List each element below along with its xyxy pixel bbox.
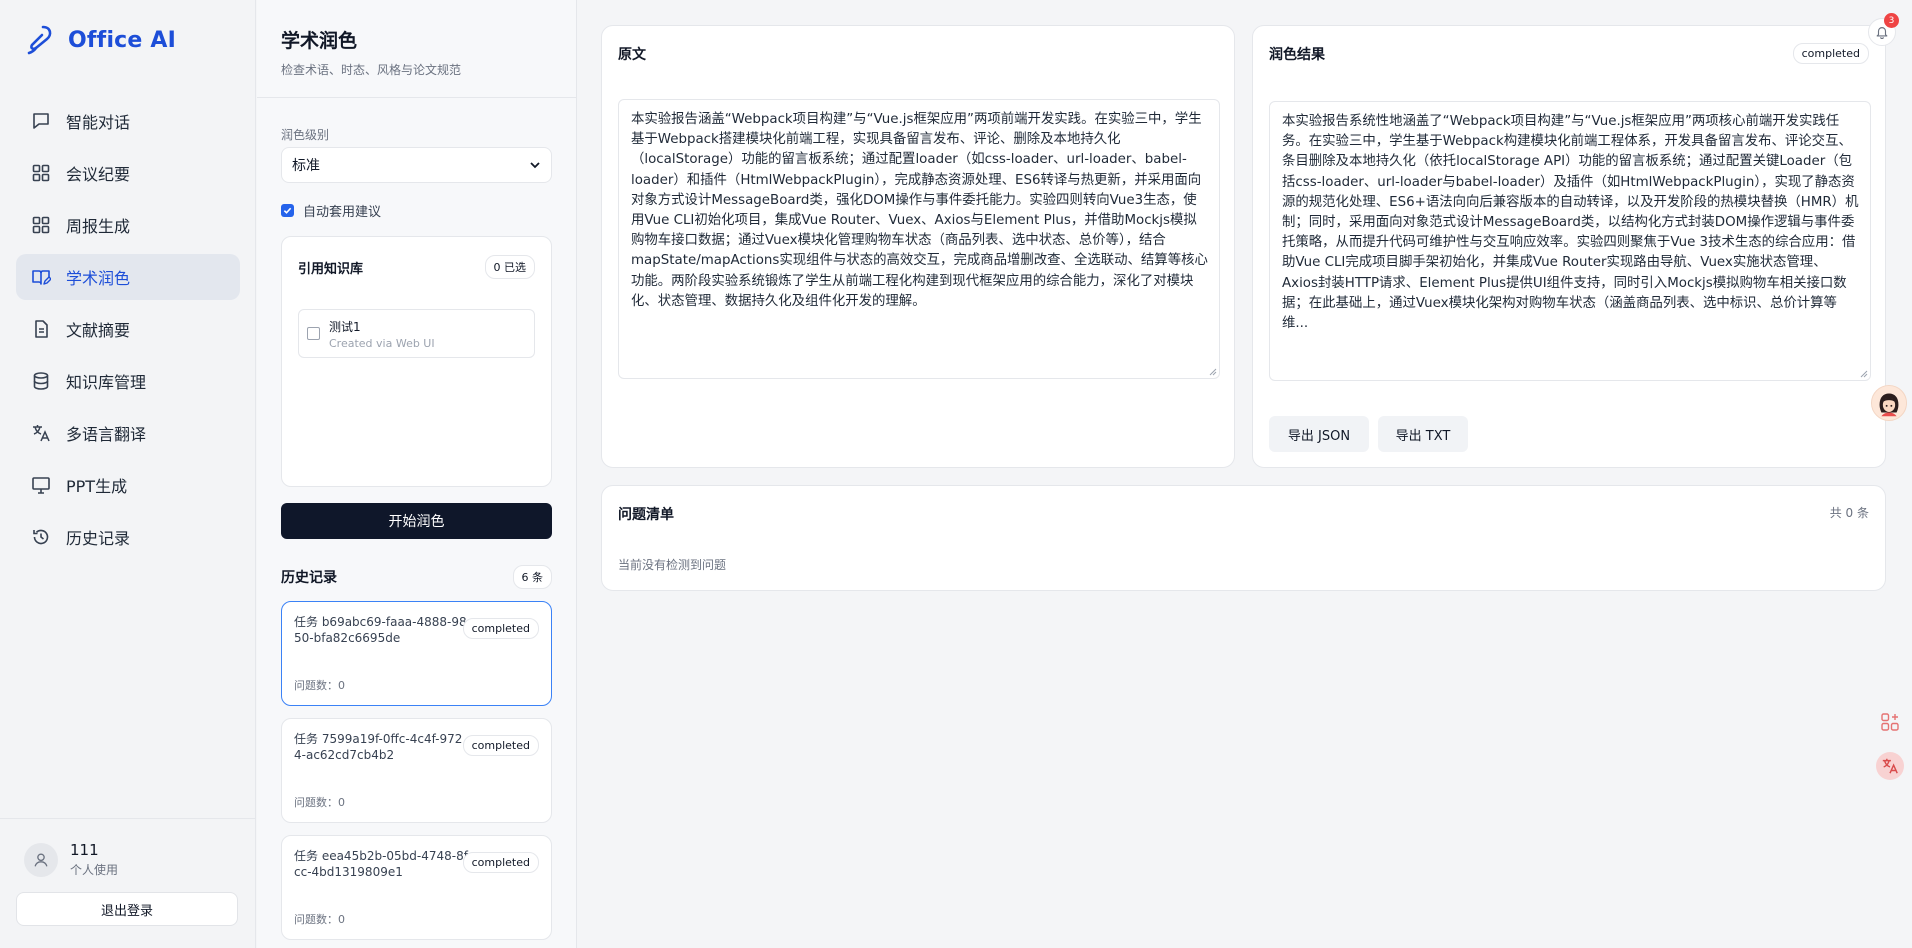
history-issue-count: 问题数：0 (294, 913, 345, 926)
chevron-down-icon (530, 162, 540, 169)
auto-apply-checkbox[interactable] (281, 204, 294, 217)
user-section: 111 个人使用 退出登录 (0, 818, 256, 926)
knowledge-base-title: 引用知识库 (298, 261, 364, 277)
user-role: 个人使用 (70, 863, 119, 877)
nav-item-literature-summary[interactable]: 文献摘要 (16, 306, 240, 352)
user-name: 111 (70, 841, 99, 859)
apps-sparkle-icon (1881, 713, 1899, 731)
check-icon (283, 207, 292, 214)
notification-count-badge: 3 (1884, 13, 1899, 28)
auto-apply-label: 自动套用建议 (303, 205, 382, 220)
avatar (24, 842, 58, 877)
history-issue-count: 问题数：0 (294, 796, 345, 809)
nav-item-history[interactable]: 历史记录 (16, 514, 240, 560)
user-profile[interactable]: 111 个人使用 (24, 841, 240, 878)
selected-count-badge: 0 已选 (484, 255, 535, 279)
history-item[interactable]: 任务 eea45b2b-05bd-4748-8fcc-4bd1319809e1 … (281, 835, 552, 940)
knowledge-base-source: Created via Web UI (329, 336, 435, 350)
database-icon (30, 370, 52, 392)
nav-item-label: 文献摘要 (66, 321, 131, 340)
brand[interactable]: Office AI (26, 24, 176, 56)
issues-count: 共 0 条 (1829, 506, 1869, 520)
app-logo-icon (27, 25, 52, 55)
nav-item-chat[interactable]: 智能对话 (16, 98, 240, 144)
resize-handle-icon[interactable] (1209, 368, 1217, 376)
grid-icon (30, 162, 52, 184)
nav-item-label: 多语言翻译 (66, 425, 147, 444)
assistant-avatar-button[interactable] (1871, 385, 1907, 421)
history-issue-count: 问题数：0 (294, 679, 345, 692)
nav-item-ppt[interactable]: PPT生成 (16, 462, 240, 508)
polish-level-select[interactable]: 标准 (281, 147, 552, 183)
nav-item-label: 知识库管理 (66, 373, 147, 392)
book-edit-icon (30, 266, 52, 288)
auto-apply-toggle[interactable]: 自动套用建议 (281, 201, 552, 220)
user-icon (34, 852, 48, 867)
notification-button[interactable]: 3 (1868, 13, 1899, 46)
polish-settings-panel: 学术润色 检查术语、时态、风格与论文规范 润色级别 标准 自动套用建议 引用知识… (257, 0, 577, 948)
nav-item-label: PPT生成 (66, 477, 128, 496)
translate-icon (1882, 758, 1898, 774)
nav-item-academic-polish[interactable]: 学术润色 (16, 254, 240, 300)
original-textarea[interactable]: 本实验报告涵盖“Webpack项目构建”与“Vue.js框架应用”两项前端开发实… (618, 99, 1220, 379)
history-task-id: 任务 eea45b2b-05bd-4748-8fcc-4bd1319809e1 (294, 849, 468, 879)
translate-icon (30, 422, 52, 444)
issues-title: 问题清单 (618, 507, 674, 523)
result-status-badge: completed (1792, 43, 1869, 64)
page-title: 学术润色 (281, 30, 358, 52)
history-list: 任务 b69abc69-faaa-4888-9850-bfa82c6695de … (281, 601, 552, 940)
app-name: Office AI (68, 27, 177, 53)
nav-item-label: 会议纪要 (66, 165, 131, 184)
bell-icon (1876, 27, 1888, 39)
nav-item-knowledge-base[interactable]: 知识库管理 (16, 358, 240, 404)
history-item[interactable]: 任务 b69abc69-faaa-4888-9850-bfa82c6695de … (281, 601, 552, 706)
knowledge-base-item[interactable]: 测试1 Created via Web UI (298, 309, 535, 358)
result-title: 润色结果 (1269, 47, 1325, 63)
knowledge-base-name: 测试1 (329, 319, 361, 334)
logout-button[interactable]: 退出登录 (16, 892, 238, 926)
history-item[interactable]: 任务 7599a19f-0ffc-4c4f-9724-ac62cd7cb4b2 … (281, 718, 552, 823)
resize-handle-icon[interactable] (1860, 370, 1868, 378)
status-badge: completed (462, 618, 539, 639)
presentation-icon (30, 474, 52, 496)
history-count-badge: 6 条 (512, 565, 552, 589)
history-icon (30, 526, 52, 548)
issues-empty-state: 当前没有检测到问题 (618, 558, 727, 572)
document-icon (30, 318, 52, 340)
polish-level-label: 润色级别 (281, 128, 330, 142)
grid-icon (30, 214, 52, 236)
nav-item-weekly-report[interactable]: 周报生成 (16, 202, 240, 248)
status-badge: completed (462, 852, 539, 873)
main-nav: 智能对话 会议纪要 周报生成 学术润色 文献摘要 知识库管理 多语言翻译 PPT… (16, 98, 240, 566)
nav-item-label: 周报生成 (66, 217, 131, 236)
assistant-avatar-icon (1872, 386, 1906, 420)
result-textarea[interactable]: 本实验报告系统性地涵盖了“Webpack项目构建”与“Vue.js框架应用”两项… (1269, 101, 1871, 381)
polish-level-value: 标准 (292, 158, 320, 174)
apps-tool-button[interactable] (1877, 709, 1903, 735)
nav-item-translation[interactable]: 多语言翻译 (16, 410, 240, 456)
original-text: 本实验报告涵盖“Webpack项目构建”与“Vue.js框架应用”两项前端开发实… (631, 112, 1208, 309)
nav-item-label: 历史记录 (66, 529, 131, 548)
knowledge-base-checkbox[interactable] (307, 327, 320, 340)
issue-list-panel: 问题清单 共 0 条 当前没有检测到问题 (601, 485, 1886, 591)
nav-item-label: 智能对话 (66, 113, 131, 132)
history-task-id: 任务 7599a19f-0ffc-4c4f-9724-ac62cd7cb4b2 (294, 732, 463, 762)
export-txt-button[interactable]: 导出 TXT (1378, 416, 1468, 452)
status-badge: completed (462, 735, 539, 756)
history-task-id: 任务 b69abc69-faaa-4888-9850-bfa82c6695de (294, 615, 467, 645)
page-subtitle: 检查术语、时态、风格与论文规范 (281, 63, 462, 77)
start-polish-button[interactable]: 开始润色 (281, 503, 552, 539)
original-title: 原文 (618, 47, 646, 63)
sidebar: Office AI 智能对话 会议纪要 周报生成 学术润色 文献摘要 知识库管理 (0, 0, 256, 948)
knowledge-base-card: 引用知识库 0 已选 测试1 Created via Web UI (281, 236, 552, 487)
nav-item-label: 学术润色 (66, 269, 131, 288)
export-json-button[interactable]: 导出 JSON (1269, 416, 1369, 452)
result-text: 本实验报告系统性地涵盖了“Webpack项目构建”与“Vue.js框架应用”两项… (1282, 114, 1859, 332)
history-title: 历史记录 (281, 570, 337, 586)
translate-tool-button[interactable] (1876, 752, 1904, 780)
nav-item-meeting-minutes[interactable]: 会议纪要 (16, 150, 240, 196)
original-text-panel: 原文 本实验报告涵盖“Webpack项目构建”与“Vue.js框架应用”两项前端… (601, 25, 1235, 468)
chat-icon (30, 110, 52, 132)
polish-result-panel: 润色结果 completed 本实验报告系统性地涵盖了“Webpack项目构建”… (1252, 25, 1886, 468)
